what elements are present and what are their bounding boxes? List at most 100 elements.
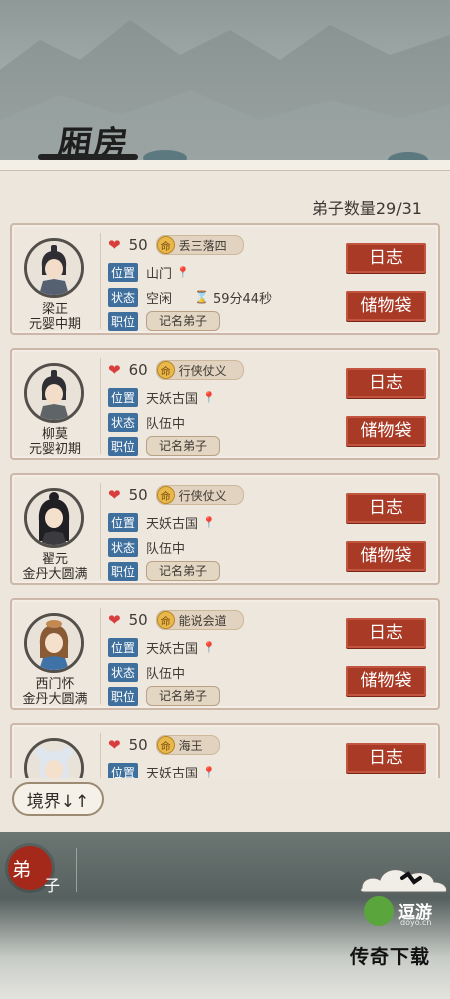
card-divider [100,483,101,579]
fate-label: 海王 [178,738,203,753]
position-tag: 位置 [108,512,139,532]
storage-bag-button[interactable]: 储物袋 [346,541,426,571]
location-pin-icon[interactable]: 📍 [202,516,216,529]
status-value: 空闲 [146,291,173,307]
tab-disciple-label-1: 弟 [12,859,32,881]
fate-badge: 命海王 [155,735,220,755]
hp-value: 60 [128,361,148,379]
fate-label: 行侠仗义 [178,488,227,503]
storage-bag-button[interactable]: 储物袋 [346,416,426,446]
log-button[interactable]: 日志 [346,493,426,523]
fate-label: 丢三落四 [178,238,227,253]
sort-by-realm-button[interactable]: 境界↓↑ [12,782,104,816]
heart-icon: ❤ [108,236,121,254]
status-row: 状态 空闲 ⌛ 59分44秒 [108,287,272,307]
back-cloud-icon[interactable] [358,858,450,898]
storage-bag-button[interactable]: 储物袋 [346,666,426,696]
disciple-name: 翟元 [41,552,68,567]
disciple-card[interactable]: ❤ 50 命海王 位置 天妖古国 📍 日志 [10,723,440,778]
status-tag: 状态 [108,662,139,682]
position-tag: 位置 [108,762,139,778]
location-pin-icon[interactable]: 📍 [202,641,216,654]
hp-value: 50 [128,611,148,629]
avatar [24,738,84,778]
hp-value: 50 [128,236,148,254]
panel-top-strip [0,160,450,171]
card-divider [100,608,101,704]
heart-icon: ❤ [108,611,121,629]
status-tag: 状态 [108,537,139,557]
avatar [24,613,84,673]
status-value: 队伍中 [146,541,186,557]
fate-icon: 命 [156,736,175,754]
status-row: 状态 队伍中 [108,662,185,682]
disciple-card[interactable]: 柳莫 元婴初期 ❤ 60 命行侠仗义 位置 天妖古国 📍 状态 队伍中 职位 记… [10,348,440,460]
rank-tag: 职位 [108,686,139,706]
status-row: 状态 队伍中 [108,412,185,432]
fate-icon: 命 [156,611,175,629]
location-value: 天妖古国 [146,391,199,407]
fate-icon: 命 [156,236,175,254]
fate-badge: 命丢三落四 [155,235,244,255]
heart-icon: ❤ [108,361,121,379]
rank-tag: 职位 [108,311,139,331]
disciple-realm: 金丹大圆满 [22,567,88,582]
rank-value[interactable]: 记名弟子 [146,436,221,456]
location-value: 山门 [146,266,173,282]
fate-icon: 命 [156,361,175,379]
avatar [24,238,84,298]
log-button[interactable]: 日志 [346,743,426,773]
hp-row: ❤ 50 命海王 [108,735,220,755]
location-row: 位置 天妖古国 📍 [108,762,216,778]
disciple-count: 弟子数量29/31 [311,199,422,218]
hp-value: 50 [128,736,148,754]
tab-disciple-label-2: 子 [44,876,61,895]
location-pin-icon[interactable]: 📍 [202,391,216,404]
rank-row: 职位 记名弟子 [108,311,221,331]
hourglass-icon: ⌛ [194,290,209,304]
log-button[interactable]: 日志 [346,368,426,398]
location-value: 天妖古国 [146,516,199,532]
hp-value: 50 [128,486,148,504]
card-divider [100,733,101,778]
disciple-card[interactable]: 翟元 金丹大圆满 ❤ 50 命行侠仗义 位置 天妖古国 📍 状态 队伍中 职位 … [10,473,440,585]
rank-value[interactable]: 记名弟子 [146,561,221,581]
disciple-list[interactable]: 梁正 元婴中期 ❤ 50 命丢三落四 位置 山门 📍 状态 空闲 ⌛ 59分44… [10,223,440,778]
card-divider [100,233,101,329]
status-tag: 状态 [108,287,139,307]
card-divider [100,358,101,454]
storage-bag-button[interactable]: 储物袋 [346,291,426,321]
rank-tag: 职位 [108,561,139,581]
rank-row: 职位 记名弟子 [108,686,221,706]
fate-badge: 命行侠仗义 [155,360,244,380]
location-row: 位置 天妖古国 📍 [108,387,216,407]
location-pin-icon[interactable]: 📍 [176,266,190,279]
heart-icon: ❤ [108,736,121,754]
hp-row: ❤ 60 命行侠仗义 [108,360,244,380]
status-tag: 状态 [108,412,139,432]
status-value: 队伍中 [146,416,186,432]
disciple-name: 西门怀 [35,677,75,692]
rank-value[interactable]: 记名弟子 [146,311,221,331]
log-button[interactable]: 日志 [346,618,426,648]
disciple-realm: 元婴中期 [28,317,81,332]
fate-badge: 命行侠仗义 [155,485,244,505]
position-tag: 位置 [108,262,139,282]
disciple-card[interactable]: 西门怀 金丹大圆满 ❤ 50 命能说会道 位置 天妖古国 📍 状态 队伍中 职位… [10,598,440,710]
location-pin-icon[interactable]: 📍 [202,766,216,779]
location-value: 天妖古国 [146,766,199,779]
location-value: 天妖古国 [146,641,199,657]
avatar [24,488,84,548]
location-row: 位置 山门 📍 [108,262,190,282]
rank-row: 职位 记名弟子 [108,436,221,456]
fate-badge: 命能说会道 [155,610,244,630]
hp-row: ❤ 50 命能说会道 [108,610,244,630]
log-button[interactable]: 日志 [346,243,426,273]
fate-label: 能说会道 [178,613,227,628]
disciple-card[interactable]: 梁正 元婴中期 ❤ 50 命丢三落四 位置 山门 📍 状态 空闲 ⌛ 59分44… [10,223,440,335]
rank-value[interactable]: 记名弟子 [146,686,221,706]
fate-icon: 命 [156,486,175,504]
disciple-name: 梁正 [41,302,68,317]
disciple-realm: 元婴初期 [28,442,81,457]
logo-icon [364,896,394,926]
